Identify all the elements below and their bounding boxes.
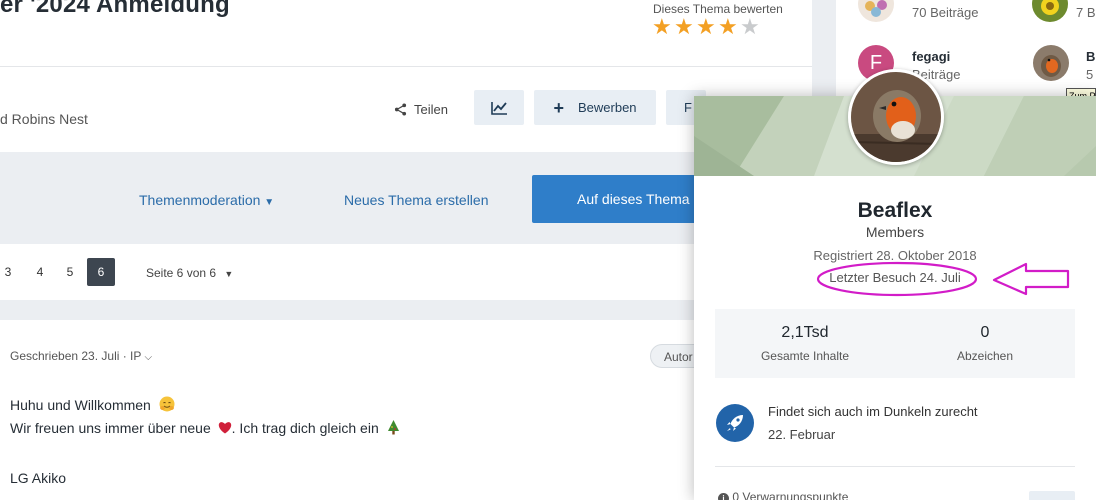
user-post-count: 7 B <box>1076 5 1096 20</box>
divider <box>715 466 1075 467</box>
page-4[interactable]: 4 <box>26 258 54 286</box>
caret-down-icon: ▼ <box>264 197 275 208</box>
post-signoff: LG Akiko <box>10 470 67 486</box>
share-label: Teilen <box>414 101 448 117</box>
user-post-count: 5 <box>1086 67 1094 82</box>
warning-button[interactable] <box>1029 491 1075 500</box>
post-meta[interactable]: Geschrieben 23. Juli · IP ⌵ <box>10 349 152 363</box>
star-icon[interactable]: ★ <box>740 16 761 38</box>
post-text-b: . Ich trag dich gleich ein <box>231 420 379 436</box>
apply-button[interactable]: + Bewerben <box>534 90 656 125</box>
post-line-2: Wir freuen uns immer über neue . Ich tra… <box>10 420 400 436</box>
caret-down-icon: ▼ <box>224 269 234 279</box>
divider <box>0 66 812 67</box>
topic-toolbar: Themenmoderation ▼ Neues Thema erstellen… <box>0 152 812 244</box>
plus-icon: + <box>553 97 564 118</box>
user-name[interactable]: fegagi <box>912 49 950 64</box>
star-icon[interactable]: ★ <box>696 16 717 38</box>
topic-author[interactable]: d Robins Nest <box>0 111 88 127</box>
avatar[interactable] <box>1032 0 1068 22</box>
profile-group: Members <box>865 224 925 240</box>
moderation-dropdown[interactable]: Themenmoderation ▼ <box>139 192 274 208</box>
post-greeting: Huhu und Willkommen <box>10 397 151 413</box>
warning-points-label: 0 Verwarnungspunkte <box>732 490 849 500</box>
page-info: Seite 6 von 6 <box>146 266 217 280</box>
avatar[interactable] <box>1033 45 1069 81</box>
main-column: er '2024 Anmeldung Dieses Thema bewerten… <box>0 0 812 500</box>
warning-points: i 0 Verwarnungspunkte <box>718 490 848 500</box>
page-6[interactable]: 6 <box>87 258 115 286</box>
share-icon <box>394 102 407 116</box>
user-name[interactable]: B <box>1086 49 1095 64</box>
profile-joined: Registriert 28. Oktober 2018 <box>813 248 977 263</box>
post-date: Geschrieben 23. Juli · IP <box>10 349 142 363</box>
chart-line-icon <box>490 101 507 115</box>
post: Geschrieben 23. Juli · IP ⌵ Autor Huhu u… <box>0 320 812 500</box>
avatar[interactable] <box>858 0 894 22</box>
user-post-count: 70 Beiträge <box>912 5 979 20</box>
star-icon[interactable]: ★ <box>674 16 695 38</box>
post-line-1: Huhu und Willkommen <box>10 396 175 413</box>
content-count: 2,1Tsd <box>781 324 829 341</box>
heart-emoji-icon <box>218 422 231 434</box>
star-icon[interactable]: ★ <box>718 16 739 38</box>
profile-name[interactable]: Beaflex <box>694 199 1096 223</box>
content-label: Gesamte Inhalte <box>760 349 850 363</box>
new-topic-link[interactable]: Neues Thema erstellen <box>344 192 488 208</box>
profile-last-visit: Letzter Besuch 24. Juli <box>829 270 961 285</box>
topic-header: er '2024 Anmeldung Dieses Thema bewerten… <box>0 0 812 152</box>
moderation-label: Themenmoderation <box>139 192 261 208</box>
page-5[interactable]: 5 <box>56 258 84 286</box>
rank-date: 22. Februar <box>768 427 836 442</box>
user-hovercard: Beaflex Members Registriert 28. Oktober … <box>694 69 1096 500</box>
christmas-tree-icon <box>387 420 399 435</box>
profile-stats: 2,1Tsd Gesamte Inhalte 0 Abzeichen <box>715 309 1075 378</box>
page-jump-dropdown[interactable]: Seite 6 von 6 ▼ <box>146 266 233 280</box>
star-icon[interactable]: ★ <box>652 16 673 38</box>
topic-title: er '2024 Anmeldung <box>0 0 230 18</box>
page-3[interactable]: 3 <box>0 258 22 286</box>
rocket-icon <box>716 404 754 442</box>
follow-label: F <box>684 100 692 115</box>
hug-emoji-icon <box>159 396 175 412</box>
rating-stars[interactable]: ★ ★ ★ ★ ★ <box>652 16 761 38</box>
avatar-image <box>858 0 894 22</box>
share-button[interactable]: Teilen <box>394 100 448 118</box>
badges-label: Abzeichen <box>956 349 1014 363</box>
robin-photo <box>851 72 941 162</box>
stats-button[interactable] <box>474 90 524 125</box>
rank-title: Findet sich auch im Dunkeln zurecht <box>768 404 978 419</box>
chevron-down-icon: ⌵ <box>144 352 153 363</box>
badges-count: 0 <box>980 324 990 341</box>
avatar-image <box>1032 0 1068 22</box>
pagination: 3 4 5 6 Seite 6 von 6 ▼ <box>0 244 812 300</box>
post-text-a: Wir freuen uns immer über neue <box>10 420 211 436</box>
profile-avatar[interactable] <box>848 69 944 165</box>
info-icon: i <box>718 493 729 500</box>
apply-label: Bewerben <box>577 100 637 115</box>
avatar-image <box>1033 45 1069 81</box>
